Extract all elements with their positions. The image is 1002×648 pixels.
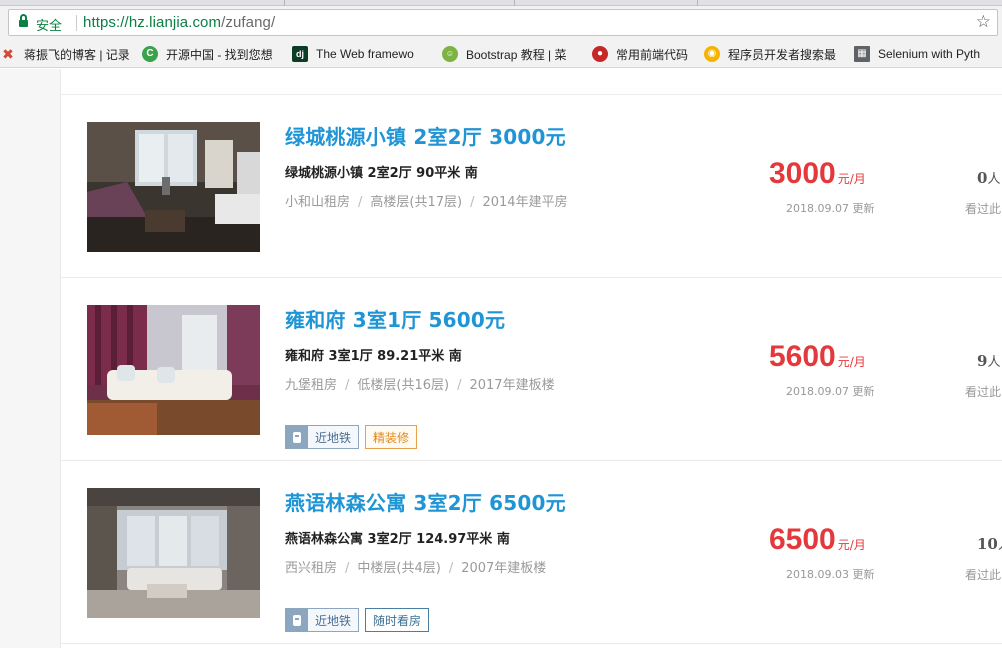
price-unit: 元/月 bbox=[837, 355, 866, 369]
viewers-value: 10 bbox=[977, 535, 998, 553]
listing-info: 燕语林森公寓 3室2厅 124.97平米 南 bbox=[285, 532, 510, 547]
secure-label: 安全 bbox=[36, 19, 63, 34]
year-text: 2014年建平房 bbox=[482, 195, 568, 210]
viewers-label: 看过此 bbox=[965, 202, 1002, 216]
tag-label: 随时看房 bbox=[373, 613, 422, 628]
page-content: 绿城桃源小镇 2室2厅 3000元 绿城桃源小镇 2室2厅 90平米 南 小和山… bbox=[0, 69, 1002, 648]
bookmark-item[interactable]: dj The Web framewo bbox=[292, 45, 430, 63]
viewers-label: 看过此 bbox=[965, 385, 1002, 399]
chrome-icon: ◉ bbox=[704, 46, 720, 62]
bookmark-item[interactable]: ● 常用前端代码 bbox=[592, 45, 704, 63]
bookmark-item[interactable]: ▦ Selenium with Pyth bbox=[854, 45, 1002, 63]
meta-separator: / bbox=[345, 378, 350, 393]
price-value: 5600 bbox=[769, 340, 836, 373]
meta-separator: / bbox=[448, 561, 454, 576]
district-link[interactable]: 西兴租房 bbox=[285, 561, 337, 576]
listing-info: 雍和府 3室1厅 89.21平米 南 bbox=[285, 349, 462, 364]
browser-toolbar: 安全 https://hz.lianjia.com/zufang/ ☆ bbox=[0, 6, 1002, 39]
bookmark-item[interactable]: ☺ Bootstrap 教程 | 菜 bbox=[442, 45, 576, 63]
viewers-unit: 人 bbox=[987, 355, 1001, 370]
listing-item: 绿城桃源小镇 2室2厅 3000元 绿城桃源小镇 2室2厅 90平米 南 小和山… bbox=[61, 95, 1002, 278]
address-divider bbox=[76, 15, 77, 31]
price-value: 6500 bbox=[769, 523, 836, 556]
meta-separator: / bbox=[358, 195, 363, 210]
meta-separator: / bbox=[345, 561, 350, 576]
tag-viewing-anytime: 随时看房 bbox=[365, 608, 430, 632]
tag-near-subway: 近地铁 bbox=[285, 608, 360, 632]
bookmark-label: 常用前端代码 bbox=[616, 47, 689, 62]
listing-title[interactable]: 雍和府 3室1厅 5600元 bbox=[285, 304, 505, 333]
updated-date: 2018.09.07 更新 bbox=[786, 385, 875, 398]
listing-title[interactable]: 绿城桃源小镇 2室2厅 3000元 bbox=[285, 121, 566, 150]
floor-text: 高楼层(共17层) bbox=[370, 195, 463, 210]
listing-title[interactable]: 燕语林森公寓 3室2厅 6500元 bbox=[285, 487, 566, 516]
x-icon: ✖ bbox=[2, 46, 14, 62]
price: 6500 元/月 bbox=[769, 523, 866, 557]
listing-item: 雍和府 3室1厅 5600元 雍和府 3室1厅 89.21平米 南 九堡租房 / 低… bbox=[61, 278, 1002, 461]
left-gutter bbox=[0, 69, 61, 648]
listing-meta: 九堡租房 / 低楼层(共16层) / 2017年建板楼 bbox=[285, 374, 555, 393]
district-link[interactable]: 小和山租房 bbox=[285, 195, 350, 210]
price-value: 3000 bbox=[769, 157, 836, 190]
subway-icon bbox=[286, 426, 308, 448]
listing-info: 绿城桃源小镇 2室2厅 90平米 南 bbox=[285, 166, 478, 181]
bookmark-label: Bootstrap 教程 | 菜 bbox=[466, 47, 567, 62]
tag-label: 精装修 bbox=[373, 430, 410, 445]
bookmark-item[interactable]: ◉ 程序员开发者搜索最 bbox=[704, 45, 838, 63]
floor-text: 中楼层(共4层) bbox=[357, 561, 441, 576]
meta-separator: / bbox=[457, 378, 462, 393]
updated-date: 2018.09.07 更新 bbox=[786, 202, 875, 215]
record-icon: ● bbox=[592, 46, 608, 62]
viewers-unit: 人 bbox=[987, 172, 1001, 187]
listing-meta: 小和山租房 / 高楼层(共17层) / 2014年建平房 bbox=[285, 191, 568, 210]
floor-text: 低楼层(共16层) bbox=[357, 378, 450, 393]
tag-label: 近地铁 bbox=[315, 430, 352, 445]
bookmark-item[interactable]: ✖ 蒋振飞的博客 | 记录 bbox=[0, 45, 136, 63]
url-host: https://hz.lianjia.com bbox=[83, 14, 222, 31]
bookmark-label: Selenium with Pyth bbox=[878, 47, 981, 61]
bookmark-label: 开源中国 - 找到您想 bbox=[166, 47, 273, 62]
bookmark-label: 程序员开发者搜索最 bbox=[728, 47, 837, 62]
viewers-count: 0人 bbox=[977, 168, 1000, 187]
viewers-count: 10人 bbox=[977, 534, 1002, 553]
lock-icon bbox=[19, 14, 28, 28]
listing-photo[interactable] bbox=[87, 122, 260, 252]
price: 5600 元/月 bbox=[769, 340, 866, 374]
year-text: 2007年建板楼 bbox=[461, 561, 547, 576]
listing-item: 燕语林森公寓 3室2厅 6500元 燕语林森公寓 3室2厅 124.97平米 南… bbox=[61, 461, 1002, 644]
listing-meta: 西兴租房 / 中楼层(共4层) / 2007年建板楼 bbox=[285, 557, 546, 576]
listing-photo[interactable] bbox=[87, 305, 260, 435]
bookmarks-bar: ✖ 蒋振飞的博客 | 记录 C 开源中国 - 找到您想 dj The Web f… bbox=[0, 39, 1002, 68]
viewers-count: 9人 bbox=[977, 351, 1000, 370]
doc-icon: ▦ bbox=[854, 46, 870, 62]
tag-renovated: 精装修 bbox=[365, 425, 418, 449]
subway-icon bbox=[286, 609, 308, 631]
updated-date: 2018.09.03 更新 bbox=[786, 568, 875, 581]
viewers-label: 看过此 bbox=[965, 568, 1002, 582]
tag-list: 近地铁 精装修 bbox=[285, 425, 418, 449]
price: 3000 元/月 bbox=[769, 157, 866, 191]
viewers-value: 0 bbox=[977, 169, 988, 187]
bookmark-label: 蒋振飞的博客 | 记录 bbox=[24, 47, 130, 62]
tag-near-subway: 近地铁 bbox=[285, 425, 360, 449]
runoob-icon: ☺ bbox=[442, 46, 458, 62]
district-link[interactable]: 九堡租房 bbox=[285, 378, 337, 393]
bookmark-label: The Web framewo bbox=[316, 47, 414, 61]
meta-separator: / bbox=[470, 195, 475, 210]
star-icon[interactable]: ☆ bbox=[976, 12, 991, 32]
url-text[interactable]: https://hz.lianjia.com/zufang/ bbox=[83, 14, 275, 31]
year-text: 2017年建板楼 bbox=[469, 378, 555, 393]
listing-photo[interactable] bbox=[87, 488, 260, 618]
viewers-value: 9 bbox=[977, 352, 988, 370]
oschina-icon: C bbox=[142, 46, 158, 62]
django-icon: dj bbox=[292, 46, 308, 62]
tag-list: 近地铁 随时看房 bbox=[285, 608, 430, 632]
tag-label: 近地铁 bbox=[315, 613, 352, 628]
price-unit: 元/月 bbox=[837, 538, 866, 552]
address-bar[interactable]: 安全 https://hz.lianjia.com/zufang/ ☆ bbox=[8, 9, 998, 36]
price-unit: 元/月 bbox=[837, 172, 866, 186]
bookmark-item[interactable]: C 开源中国 - 找到您想 bbox=[142, 45, 276, 63]
url-path: /zufang/ bbox=[221, 14, 276, 31]
viewers-unit: 人 bbox=[998, 538, 1002, 553]
